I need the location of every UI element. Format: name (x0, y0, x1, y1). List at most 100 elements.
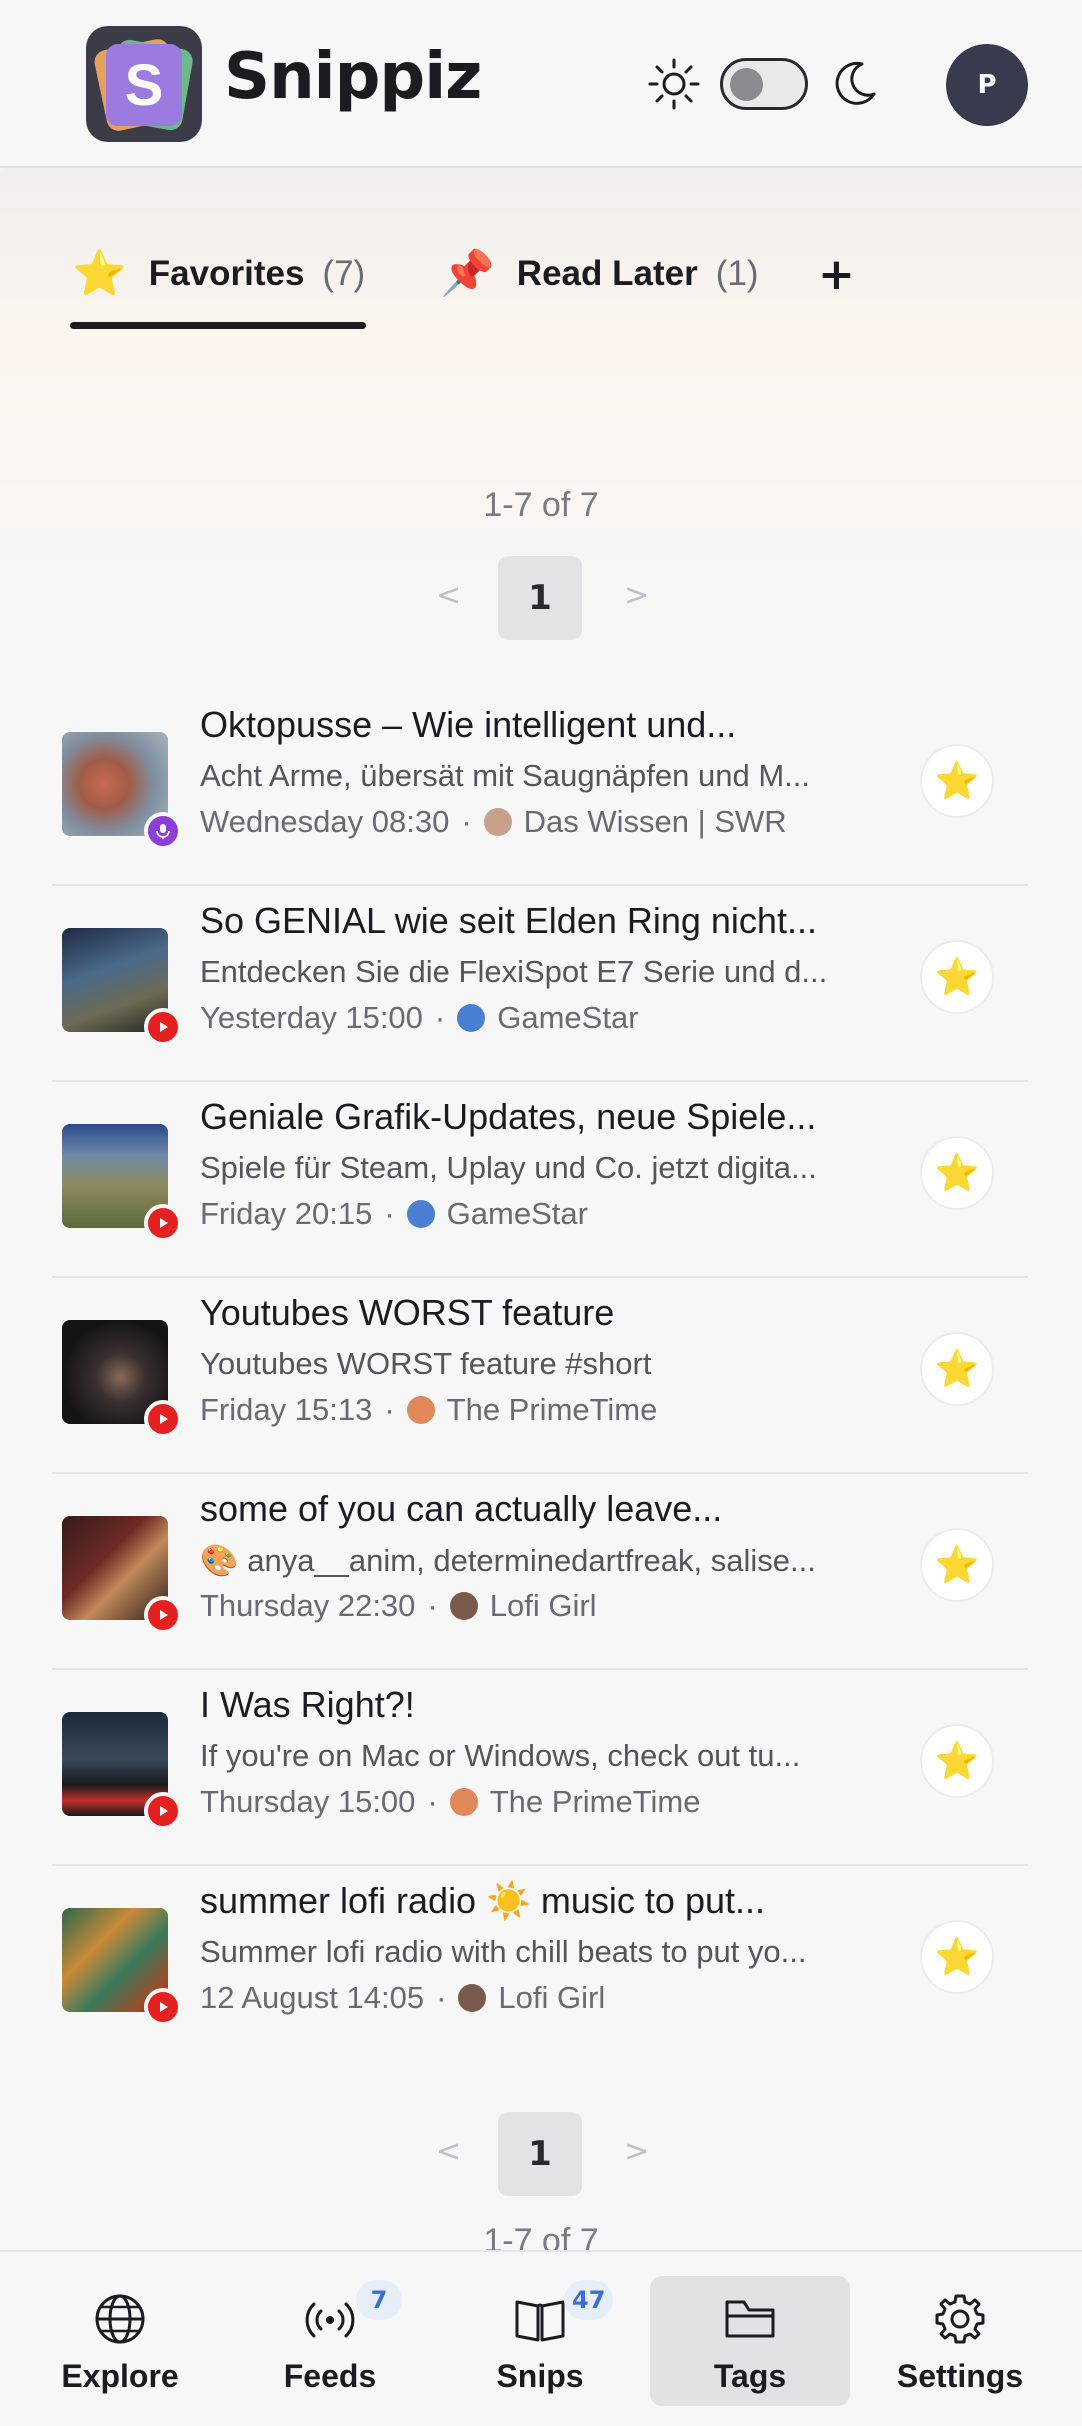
item-title[interactable]: Geniale Grafik-Updates, neue Spiele... (200, 1096, 860, 1138)
item-meta: 12 August 14:05 · Lofi Girl (200, 1980, 920, 2016)
item-meta: Friday 20:15 · GameStar (200, 1196, 920, 1232)
page-button[interactable]: 1 (498, 556, 582, 640)
item-source[interactable]: GameStar (447, 1196, 588, 1232)
item-time: Friday 20:15 (200, 1196, 373, 1231)
book-icon (515, 2300, 565, 2342)
item-title[interactable]: some of you can actually leave... (200, 1488, 860, 1530)
app-logo[interactable]: S (86, 26, 202, 142)
youtube-badge-icon (144, 1792, 182, 1830)
source-avatar-icon (449, 1788, 478, 1816)
item-description: Acht Arme, übersät mit Saugnäpfen und M.… (200, 758, 810, 793)
prev-page-button[interactable]: < (436, 2134, 461, 2169)
item-description: Entdecken Sie die FlexiSpot E7 Serie und… (200, 954, 828, 989)
item-source[interactable]: GameStar (497, 1000, 638, 1036)
item-title[interactable]: Oktopusse – Wie intelligent und... (200, 704, 860, 746)
item-title[interactable]: So GENIAL wie seit Elden Ring nicht... (200, 900, 860, 942)
moon-icon (835, 61, 876, 105)
prev-page-button[interactable]: < (436, 578, 461, 613)
add-tab-button[interactable]: + (818, 244, 855, 304)
favorite-star-button[interactable]: ⭐ (920, 1136, 994, 1210)
pagination-range: 1-7 of 7 (483, 486, 599, 524)
item-source[interactable]: Das Wissen | SWR (524, 804, 787, 840)
tab-read-later[interactable]: 📌 Read Later (1) (440, 244, 758, 304)
folder-icon (725, 2300, 775, 2338)
next-page-button[interactable]: > (624, 2134, 649, 2169)
item-source[interactable]: Lofi Girl (498, 1980, 605, 2016)
nav-label: Tags (713, 2358, 787, 2394)
item-title[interactable]: summer lofi radio ☀️ music to put... (200, 1880, 860, 1922)
feeds-count-badge: 7 (356, 2280, 402, 2320)
tab-favorites[interactable]: ⭐ Favorites (7) (72, 244, 365, 304)
nav-label: Settings (896, 2358, 1024, 2394)
nav-label: Explore (61, 2358, 179, 2394)
meta-separator: · (427, 1784, 438, 1819)
list-item[interactable]: So GENIAL wie seit Elden Ring nicht... E… (52, 886, 1028, 1082)
active-tab-indicator (70, 322, 366, 329)
list-item[interactable]: I Was Right?! If you're on Mac or Window… (52, 1670, 1028, 1866)
bottom-navigation: Explore Feeds 7 Snips 47 Tags Settings (0, 2250, 1082, 2426)
tab-count: (1) (715, 254, 759, 293)
item-source[interactable]: The PrimeTime (447, 1392, 658, 1428)
item-time: Wednesday 08:30 (200, 804, 450, 839)
sun-icon (648, 58, 700, 110)
nav-tags[interactable]: Tags (650, 2276, 850, 2406)
tab-count: (7) (322, 254, 366, 293)
item-time: 12 August 14:05 (200, 1980, 425, 2015)
meta-separator: · (427, 1588, 438, 1623)
list-item[interactable]: Geniale Grafik-Updates, neue Spiele... S… (52, 1082, 1028, 1278)
theme-toggle[interactable] (720, 58, 808, 110)
item-time: Thursday 15:00 (200, 1784, 416, 1819)
nav-feeds[interactable]: Feeds 7 (230, 2276, 430, 2406)
tab-label: Read Later (516, 254, 698, 293)
youtube-badge-icon (144, 1400, 182, 1438)
source-avatar-icon (406, 1396, 435, 1424)
item-meta: Wednesday 08:30 · Das Wissen | SWR (200, 804, 920, 840)
source-avatar-icon (406, 1200, 435, 1228)
item-title[interactable]: I Was Right?! (200, 1684, 860, 1726)
pagination-bottom: < 1 > (0, 2112, 1082, 2196)
source-avatar-icon (457, 1004, 486, 1032)
nav-settings[interactable]: Settings (860, 2276, 1060, 2406)
youtube-badge-icon (144, 1008, 182, 1046)
page-button[interactable]: 1 (498, 2112, 582, 2196)
favorite-star-button[interactable]: ⭐ (920, 1724, 994, 1798)
next-page-button[interactable]: > (624, 578, 649, 613)
favorite-star-button[interactable]: ⭐ (920, 744, 994, 818)
favorite-star-button[interactable]: ⭐ (920, 1332, 994, 1406)
item-time: Friday 15:13 (200, 1392, 373, 1427)
source-avatar-icon (483, 808, 512, 836)
list-item[interactable]: some of you can actually leave... 🎨 anya… (52, 1474, 1028, 1670)
item-description: Youtubes WORST feature #short (200, 1346, 652, 1381)
pin-emoji-icon: 📌 (440, 248, 495, 299)
meta-separator: · (461, 804, 472, 839)
meta-separator: · (434, 1000, 446, 1035)
item-time: Yesterday 15:00 (200, 1000, 423, 1035)
item-source[interactable]: Lofi Girl (490, 1588, 597, 1624)
item-meta: Friday 15:13 · The PrimeTime (200, 1392, 920, 1428)
nav-label: Feeds (283, 2358, 377, 2394)
nav-snips[interactable]: Snips 47 (440, 2276, 640, 2406)
item-description: Summer lofi radio with chill beats to pu… (200, 1934, 807, 1969)
favorite-star-button[interactable]: ⭐ (920, 940, 994, 1014)
meta-separator: · (384, 1392, 395, 1427)
app-header: S Snippiz P (0, 0, 1082, 168)
item-description: If you're on Mac or Windows, check out t… (200, 1738, 801, 1773)
nav-explore[interactable]: Explore (20, 2276, 220, 2406)
youtube-badge-icon (144, 1988, 182, 2026)
user-avatar[interactable]: P (946, 44, 1028, 126)
toggle-knob (730, 68, 763, 101)
favorite-star-button[interactable]: ⭐ (920, 1920, 994, 1994)
list-item[interactable]: Youtubes WORST feature Youtubes WORST fe… (52, 1278, 1028, 1474)
star-emoji-icon: ⭐ (72, 248, 127, 299)
pagination-top: < 1 > (0, 556, 1082, 640)
favorite-star-button[interactable]: ⭐ (920, 1528, 994, 1602)
meta-separator: · (436, 1980, 447, 2015)
app-title: Snippiz (224, 40, 482, 114)
podcast-badge-icon (144, 812, 182, 850)
item-source[interactable]: The PrimeTime (490, 1784, 701, 1820)
list-item[interactable]: Oktopusse – Wie intelligent und... Acht … (52, 690, 1028, 886)
item-description: 🎨 anya__anim, determinedartfreak, salise… (200, 1543, 816, 1578)
list-item[interactable]: summer lofi radio ☀️ music to put... Sum… (52, 1866, 1028, 2062)
youtube-badge-icon (144, 1204, 182, 1242)
item-title[interactable]: Youtubes WORST feature (200, 1292, 860, 1334)
